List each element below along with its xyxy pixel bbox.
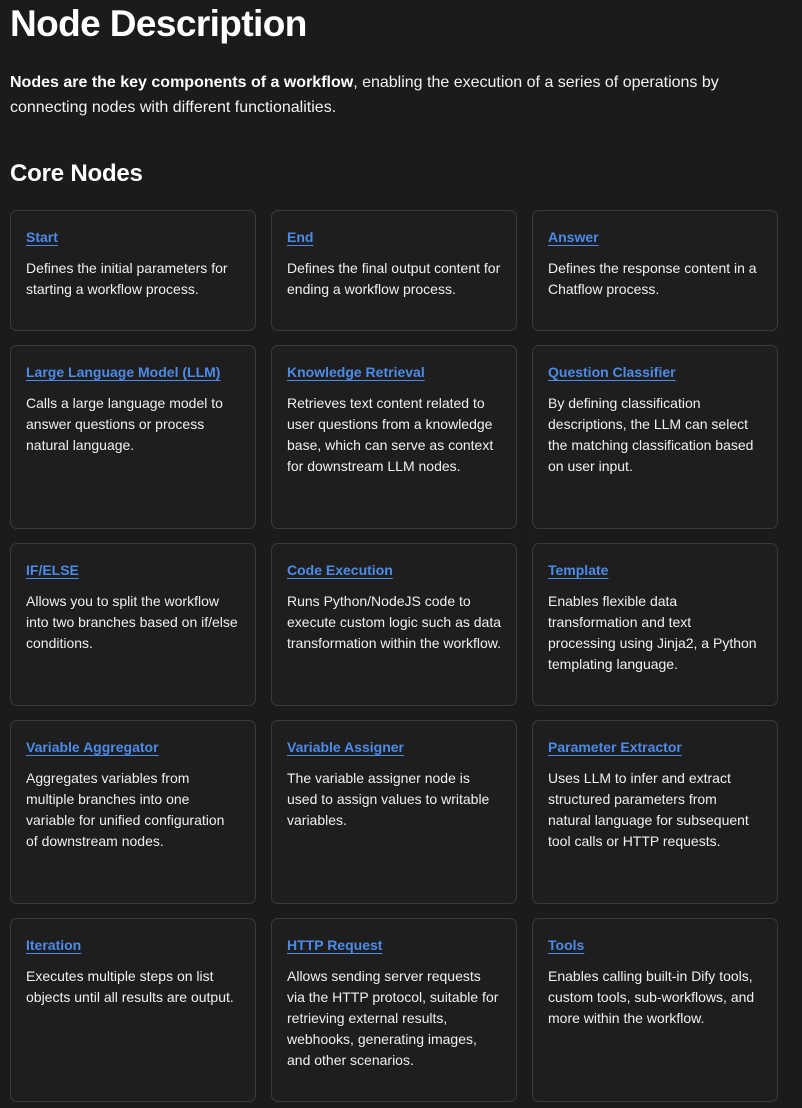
card-link-if-else[interactable]: IF/ELSE (26, 560, 79, 580)
card-link-llm[interactable]: Large Language Model (LLM) (26, 362, 220, 382)
card-variable-aggregator: Variable Aggregator Aggregates variables… (10, 720, 256, 904)
card-description: Allows you to split the workflow into tw… (26, 593, 238, 651)
card-description: Enables calling built-in Dify tools, cus… (548, 968, 755, 1026)
card-knowledge-retrieval: Knowledge Retrieval Retrieves text conte… (271, 345, 517, 529)
card-template: Template Enables flexible data transform… (532, 543, 778, 706)
card-description: Runs Python/NodeJS code to execute custo… (287, 593, 502, 651)
card-link-knowledge-retrieval[interactable]: Knowledge Retrieval (287, 362, 425, 382)
card-description: Defines the final output content for end… (287, 260, 501, 297)
card-iteration: Iteration Executes multiple steps on lis… (10, 918, 256, 1102)
card-variable-assigner: Variable Assigner The variable assigner … (271, 720, 517, 904)
card-link-parameter-extractor[interactable]: Parameter Extractor (548, 737, 682, 757)
card-link-variable-assigner[interactable]: Variable Assigner (287, 737, 404, 757)
card-link-tools[interactable]: Tools (548, 935, 584, 955)
card-end: End Defines the final output content for… (271, 210, 517, 331)
section-title-core-nodes: Core Nodes (10, 160, 143, 187)
card-link-question-classifier[interactable]: Question Classifier (548, 362, 676, 382)
card-description: Calls a large language model to answer q… (26, 395, 223, 453)
card-link-variable-aggregator[interactable]: Variable Aggregator (26, 737, 159, 757)
card-link-http-request[interactable]: HTTP Request (287, 935, 382, 955)
card-link-iteration[interactable]: Iteration (26, 935, 81, 955)
card-code-execution: Code Execution Runs Python/NodeJS code t… (271, 543, 517, 706)
card-parameter-extractor: Parameter Extractor Uses LLM to infer an… (532, 720, 778, 904)
card-tools: Tools Enables calling built-in Dify tool… (532, 918, 778, 1102)
card-link-start[interactable]: Start (26, 227, 58, 247)
card-http-request: HTTP Request Allows sending server reque… (271, 918, 517, 1102)
card-description: Retrieves text content related to user q… (287, 395, 494, 474)
intro-bold-text: Nodes are the key components of a workfl… (10, 74, 354, 91)
card-description: By defining classification descriptions,… (548, 395, 754, 474)
card-description: Enables flexible data transformation and… (548, 593, 757, 672)
card-description: Allows sending server requests via the H… (287, 968, 499, 1068)
card-description: Defines the response content in a Chatfl… (548, 260, 757, 297)
card-llm: Large Language Model (LLM) Calls a large… (10, 345, 256, 529)
card-description: Executes multiple steps on list objects … (26, 968, 234, 1005)
card-link-code-execution[interactable]: Code Execution (287, 560, 393, 580)
card-description: The variable assigner node is used to as… (287, 770, 490, 828)
card-start: Start Defines the initial parameters for… (10, 210, 256, 331)
card-description: Uses LLM to infer and extract structured… (548, 770, 749, 849)
card-description: Aggregates variables from multiple branc… (26, 770, 225, 849)
card-answer: Answer Defines the response content in a… (532, 210, 778, 331)
card-link-answer[interactable]: Answer (548, 227, 599, 247)
card-link-template[interactable]: Template (548, 560, 608, 580)
card-if-else: IF/ELSE Allows you to split the workflow… (10, 543, 256, 706)
card-link-end[interactable]: End (287, 227, 313, 247)
card-description: Defines the initial parameters for start… (26, 260, 228, 297)
page-title: Node Description (10, 3, 307, 44)
card-question-classifier: Question Classifier By defining classifi… (532, 345, 778, 529)
intro-paragraph: Nodes are the key components of a workfl… (10, 70, 790, 120)
